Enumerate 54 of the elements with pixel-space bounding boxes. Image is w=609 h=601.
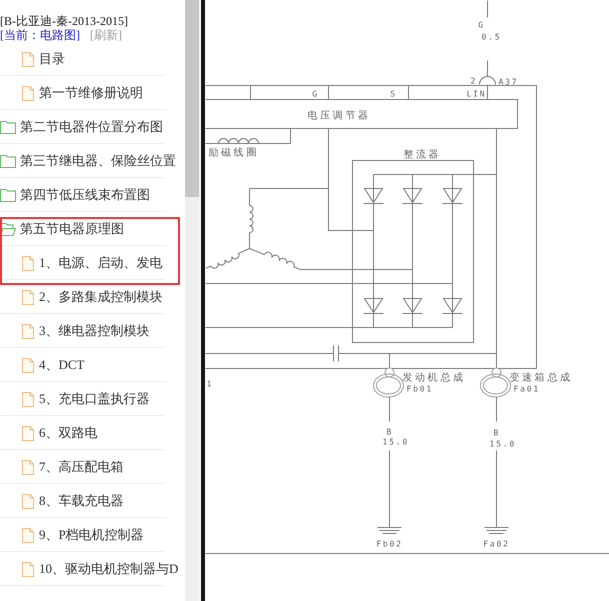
- file-icon: [22, 256, 34, 270]
- diode-symbol: [442, 188, 463, 204]
- connector-code: A37: [498, 78, 518, 86]
- scrollbar[interactable]: [185, 0, 200, 601]
- manual-title: [B-比亚迪-秦-2013-2015]: [0, 14, 128, 28]
- connector-symbol: [479, 76, 496, 85]
- wire: [487, 0, 488, 18]
- pin-label: LIN: [466, 90, 486, 98]
- pin-label: G: [312, 90, 319, 98]
- ground-label: Fa02: [483, 540, 510, 548]
- regulator-label: 电压调节器: [308, 110, 370, 122]
- current-view-label: [当前：电路图]: [0, 28, 80, 42]
- diode-symbol: [402, 188, 423, 204]
- file-icon: [22, 562, 34, 576]
- wire: [487, 60, 488, 77]
- wire-gauge: 15.0: [382, 438, 409, 446]
- wire-gauge: 15.0: [490, 440, 516, 448]
- connector-name: 发动机总成: [402, 372, 466, 384]
- file-icon: [22, 494, 34, 508]
- file-icon: [22, 324, 34, 338]
- wire: [496, 396, 497, 422]
- ground-label: Fb02: [376, 540, 403, 548]
- wire-code: B: [386, 428, 394, 436]
- file-icon: [22, 358, 34, 372]
- wire-label: 1: [206, 380, 214, 388]
- connector-symbol: [480, 368, 511, 398]
- coil-symbol: [218, 138, 259, 144]
- file-icon: [22, 460, 34, 474]
- file-icon: [22, 52, 34, 66]
- ground-symbol: [484, 527, 509, 534]
- ground-symbol: [377, 527, 402, 534]
- diode-symbol: [442, 298, 463, 314]
- pin-label: S: [390, 90, 397, 98]
- wire-gauge: 0.5: [482, 32, 502, 42]
- file-icon: [22, 426, 34, 440]
- wire-code: B: [494, 428, 500, 438]
- file-icon: [22, 86, 34, 100]
- pin-number: 2: [470, 76, 478, 86]
- diode-symbol: [363, 298, 384, 314]
- file-icon: [22, 290, 34, 304]
- file-icon: [22, 528, 34, 542]
- coil-label: 励磁线圈: [208, 148, 259, 158]
- diode-symbol: [363, 188, 384, 204]
- connector-code: Fa01: [514, 384, 540, 394]
- connector-code: Fb01: [406, 384, 433, 394]
- scrollbar-thumb[interactable]: [185, 0, 199, 197]
- file-icon: [22, 392, 34, 406]
- rectifier-label: 整流器: [404, 150, 442, 160]
- capacitor-symbol: [333, 345, 339, 362]
- wire: [389, 396, 390, 422]
- diode-symbol: [402, 298, 423, 314]
- connector-name: 变速箱总成: [510, 372, 572, 384]
- wire-code: G: [478, 20, 485, 30]
- connector-symbol: [373, 368, 404, 398]
